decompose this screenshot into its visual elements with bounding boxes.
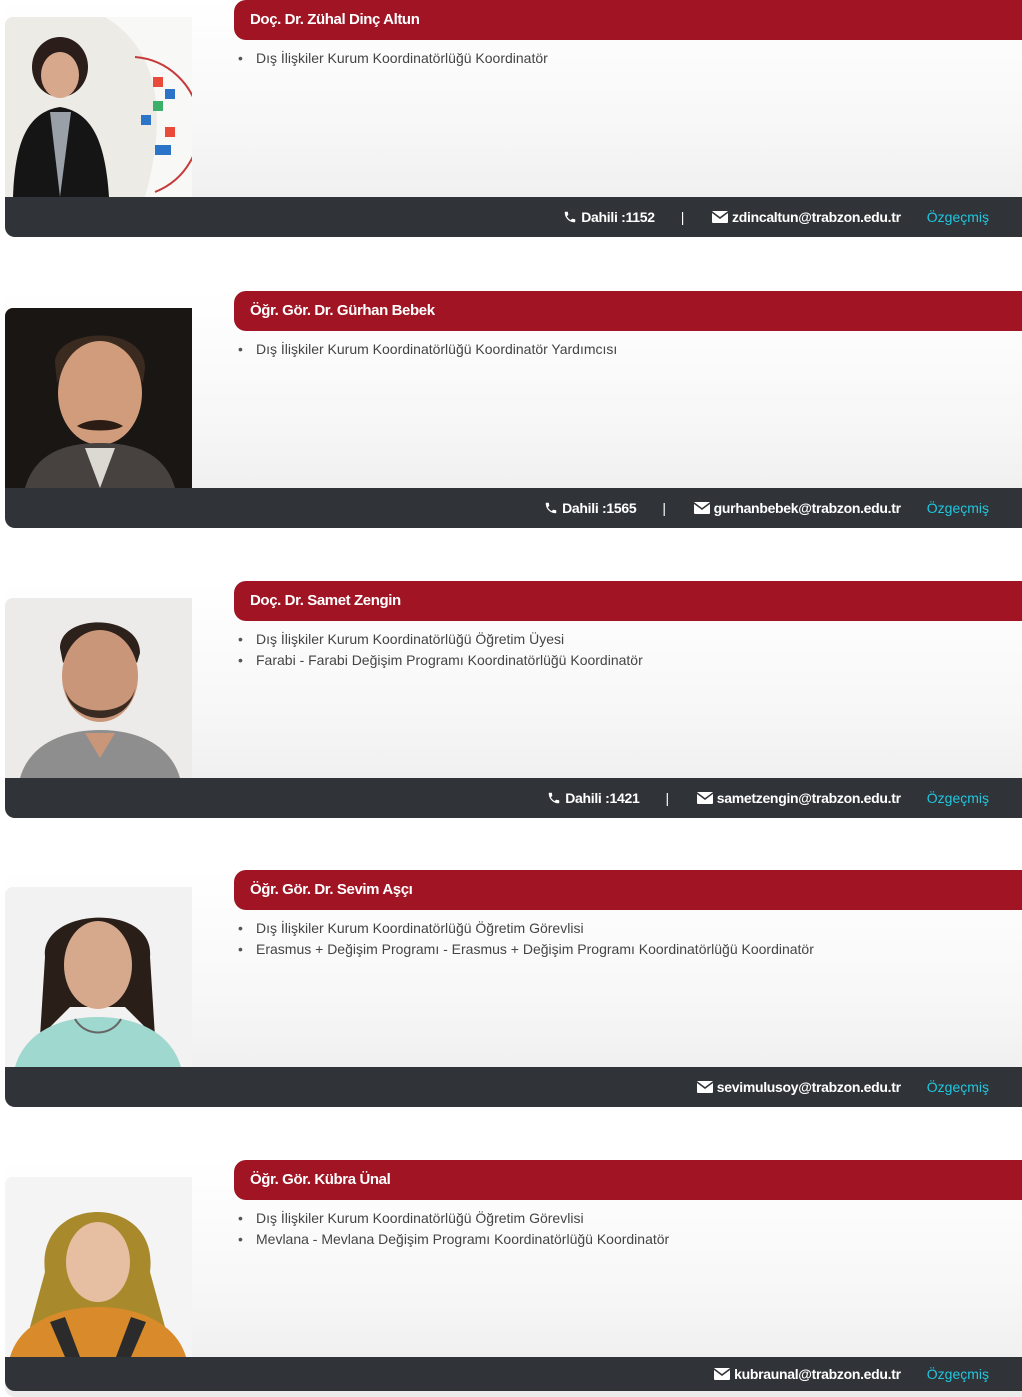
- contact-bar: Dahili : 1152 | zdincaltun@trabzon.edu.t…: [5, 197, 1022, 237]
- bullet-icon: •: [238, 920, 243, 936]
- staff-name: Doç. Dr. Zühal Dinç Altun: [234, 0, 1022, 40]
- phone-extension: Dahili : 1421: [547, 790, 640, 806]
- email-link[interactable]: sametzengin@trabzon.edu.tr: [696, 790, 901, 806]
- extension-number: 1421: [609, 790, 640, 806]
- role-item: • Erasmus + Değişim Programı - Erasmus + …: [237, 939, 814, 960]
- email-link[interactable]: sevimulusoy@trabzon.edu.tr: [696, 1079, 901, 1095]
- role-text: Mevlana - Mevlana Değişim Programı Koord…: [256, 1231, 670, 1247]
- extension-label: Dahili :: [562, 500, 607, 516]
- email-address[interactable]: gurhanbebek@trabzon.edu.tr: [714, 500, 901, 516]
- bullet-icon: •: [238, 50, 243, 66]
- staff-photo: [5, 308, 192, 488]
- bullet-icon: •: [238, 1210, 243, 1226]
- email-address[interactable]: sevimulusoy@trabzon.edu.tr: [717, 1079, 901, 1095]
- envelope-icon: [714, 1368, 731, 1380]
- contact-bar: sevimulusoy@trabzon.edu.tr Özgeçmiş: [5, 1067, 1022, 1107]
- role-text: Dış İlişkiler Kurum Koordinatörlüğü Öğre…: [256, 920, 584, 936]
- staff-card: Öğr. Gör. Dr. Sevim Aşçı • Dış İlişkiler …: [5, 870, 1022, 1107]
- phone-icon: [545, 502, 557, 514]
- role-list: • Dış İlişkiler Kurum Koordinatörlüğü Öğr…: [237, 918, 814, 960]
- cv-link[interactable]: Özgeçmiş: [927, 500, 989, 516]
- separator: |: [662, 500, 666, 516]
- role-list: • Dış İlişkiler Kurum Koordinatörlüğü Koo…: [237, 48, 548, 69]
- staff-photo: [5, 598, 192, 778]
- role-text: Farabi - Farabi Değişim Programı Koordin…: [256, 652, 643, 668]
- phone-extension: Dahili : 1565: [544, 500, 637, 516]
- phone-icon: [564, 211, 576, 223]
- envelope-icon: [693, 502, 710, 514]
- role-text: Dış İlişkiler Kurum Koordinatörlüğü Koor…: [256, 50, 548, 66]
- email-address[interactable]: kubraunal@trabzon.edu.tr: [734, 1366, 901, 1382]
- extension-number: 1565: [606, 500, 637, 516]
- extension-label: Dahili :: [565, 790, 610, 806]
- separator: |: [665, 790, 669, 806]
- role-list: • Dış İlişkiler Kurum Koordinatörlüğü Koo…: [237, 339, 617, 360]
- role-text: Dış İlişkiler Kurum Koordinatörlüğü Öğre…: [256, 631, 565, 647]
- extension-label: Dahili :: [581, 209, 626, 225]
- staff-name: Öğr. Gör. Kübra Ünal: [234, 1160, 1022, 1200]
- staff-name: Doç. Dr. Samet Zengin: [234, 581, 1022, 621]
- staff-card: Öğr. Gör. Dr. Gürhan Bebek • Dış İlişkile…: [5, 291, 1022, 528]
- staff-photo: [5, 1177, 192, 1357]
- role-item: • Dış İlişkiler Kurum Koordinatörlüğü Öğr…: [237, 918, 814, 939]
- bullet-icon: •: [238, 652, 243, 668]
- staff-photo: [5, 887, 192, 1067]
- role-text: Dış İlişkiler Kurum Koordinatörlüğü Koor…: [256, 341, 618, 357]
- extension-number: 1152: [625, 209, 655, 225]
- cv-link[interactable]: Özgeçmiş: [927, 1366, 989, 1382]
- cv-link[interactable]: Özgeçmiş: [927, 209, 989, 225]
- cv-link[interactable]: Özgeçmiş: [927, 790, 989, 806]
- bullet-icon: •: [238, 1231, 243, 1247]
- contact-bar: Dahili : 1421 | sametzengin@trabzon.edu.…: [5, 778, 1022, 818]
- phone-icon: [548, 792, 560, 804]
- bullet-icon: •: [238, 341, 243, 357]
- email-link[interactable]: zdincaltun@trabzon.edu.tr: [712, 209, 901, 225]
- role-item: • Dış İlişkiler Kurum Koordinatörlüğü Öğr…: [237, 629, 643, 650]
- separator: |: [680, 209, 685, 225]
- contact-bar: kubraunal@trabzon.edu.tr Özgeçmiş: [5, 1357, 1022, 1391]
- role-item: • Dış İlişkiler Kurum Koordinatörlüğü Koo…: [237, 48, 548, 69]
- role-item: • Farabi - Farabi Değişim Programı Koordi…: [237, 650, 643, 671]
- staff-photo: [5, 17, 192, 197]
- staff-card: Doç. Dr. Zühal Dinç Altun • Dış İlişkiler…: [5, 0, 1022, 237]
- role-list: • Dış İlişkiler Kurum Koordinatörlüğü Öğr…: [237, 629, 643, 671]
- email-address[interactable]: sametzengin@trabzon.edu.tr: [717, 790, 901, 806]
- envelope-icon: [696, 792, 713, 804]
- role-item: • Mevlana - Mevlana Değişim Programı Koor…: [237, 1229, 669, 1250]
- role-list: • Dış İlişkiler Kurum Koordinatörlüğü Öğr…: [237, 1208, 669, 1250]
- staff-name: Öğr. Gör. Dr. Gürhan Bebek: [234, 291, 1022, 331]
- staff-name: Öğr. Gör. Dr. Sevim Aşçı: [234, 870, 1022, 910]
- envelope-icon: [712, 211, 729, 223]
- role-text: Erasmus + Değişim Programı - Erasmus + D…: [256, 941, 814, 957]
- cv-link[interactable]: Özgeçmiş: [927, 1079, 989, 1095]
- role-item: • Dış İlişkiler Kurum Koordinatörlüğü Öğr…: [237, 1208, 669, 1229]
- email-link[interactable]: gurhanbebek@trabzon.edu.tr: [693, 500, 901, 516]
- role-text: Dış İlişkiler Kurum Koordinatörlüğü Öğre…: [256, 1210, 584, 1226]
- role-item: • Dış İlişkiler Kurum Koordinatörlüğü Koo…: [237, 339, 617, 360]
- email-address[interactable]: zdincaltun@trabzon.edu.tr: [732, 209, 901, 225]
- staff-card: Doç. Dr. Samet Zengin • Dış İlişkiler Kur…: [5, 581, 1022, 818]
- phone-extension: Dahili : 1152: [563, 209, 655, 225]
- staff-card: Öğr. Gör. Kübra Ünal • Dış İlişkiler Kuru…: [5, 1160, 1022, 1397]
- envelope-icon: [696, 1081, 713, 1093]
- contact-bar: Dahili : 1565 | gurhanbebek@trabzon.edu.…: [5, 488, 1022, 528]
- email-link[interactable]: kubraunal@trabzon.edu.tr: [714, 1366, 901, 1382]
- bullet-icon: •: [238, 631, 243, 647]
- bullet-icon: •: [238, 941, 243, 957]
